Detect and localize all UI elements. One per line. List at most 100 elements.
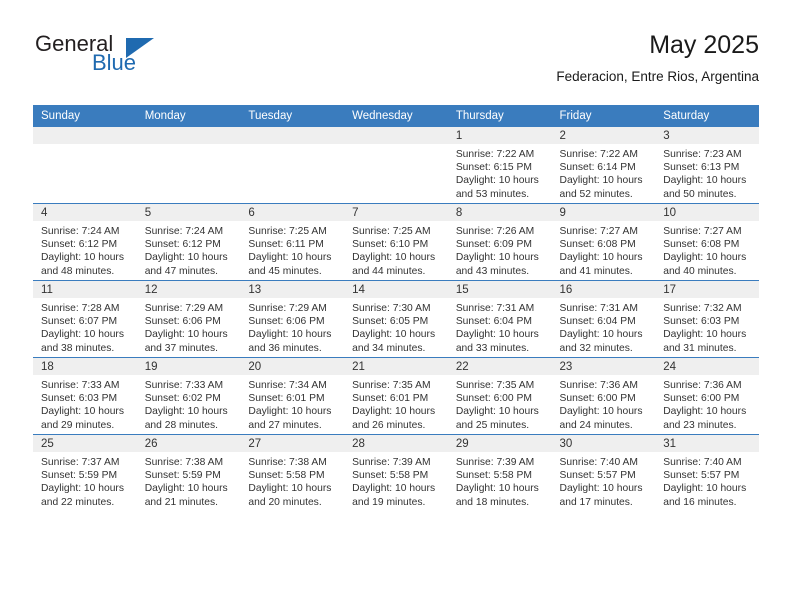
daylight-text: Daylight: 10 hours and 43 minutes. [455,252,539,277]
calendar-day-cell[interactable]: 14 Sunrise: 7:30 AM Sunset: 6:05 PM Dayligh… [344,280,448,358]
calendar-day-cell[interactable]: 20 Sunrise: 7:34 AM Sunset: 6:01 PM Dayligh… [240,357,345,435]
calendar-day-cell[interactable]: 3 Sunrise: 7:23 AM Sunset: 6:13 PM Daylight… [655,127,759,204]
sunrise-text: Sunrise: 7:40 AM [559,457,638,468]
calendar-day-cell[interactable]: 17 Sunrise: 7:32 AM Sunset: 6:03 PM Dayligh… [655,280,759,358]
sunset-text: Sunset: 5:58 PM [455,470,532,482]
day-number [136,127,241,144]
sunrise-text: Sunrise: 7:38 AM [144,457,224,468]
weekday-header-friday: Friday [551,105,656,127]
sunset-text: Sunset: 6:03 PM [663,316,740,328]
calendar-day-cell[interactable]: 16 Sunrise: 7:31 AM Sunset: 6:04 PM Dayligh… [551,280,656,358]
calendar-day-cell[interactable]: 12 Sunrise: 7:29 AM Sunset: 6:06 PM Dayligh… [136,280,241,358]
calendar-day-cell[interactable]: 2 Sunrise: 7:22 AM Sunset: 6:14 PM Daylight… [551,127,656,204]
weekday-header-row: Sunday Monday Tuesday Wednesday Thursday… [33,105,759,127]
day-number: 12 [136,281,241,298]
calendar-day-cell[interactable]: 11 Sunrise: 7:28 AM Sunset: 6:07 PM Dayligh… [33,280,137,358]
calendar-day-cell[interactable]: 31 Sunrise: 7:40 AM Sunset: 5:57 PM Dayligh… [655,434,759,511]
day-details: Sunrise: 7:37 AM Sunset: 5:59 PM Daylight:… [33,452,137,509]
calendar-day-cell[interactable]: 5 Sunrise: 7:24 AM Sunset: 6:12 PM Daylight… [136,203,241,281]
calendar-day-cell[interactable]: 23 Sunrise: 7:36 AM Sunset: 6:00 PM Dayligh… [551,357,656,435]
calendar-week-row: 18 Sunrise: 7:33 AM Sunset: 6:03 PM Dayligh… [33,357,759,435]
sunset-text: Sunset: 5:59 PM [41,470,118,482]
day-details: Sunrise: 7:33 AM Sunset: 6:03 PM Daylight:… [33,375,137,432]
calendar-day-cell[interactable]: 4 Sunrise: 7:24 AM Sunset: 6:12 PM Daylight… [33,203,137,281]
sunset-text: Sunset: 6:08 PM [559,239,636,251]
calendar-day-cell[interactable]: 18 Sunrise: 7:33 AM Sunset: 6:03 PM Dayligh… [33,357,137,435]
calendar-day-cell[interactable]: 28 Sunrise: 7:39 AM Sunset: 5:58 PM Dayligh… [344,434,448,511]
sunrise-text: Sunrise: 7:34 AM [248,380,327,391]
calendar-week-row: 11 Sunrise: 7:28 AM Sunset: 6:07 PM Dayligh… [33,280,759,358]
day-details: Sunrise: 7:24 AM Sunset: 6:12 PM Daylight:… [33,221,137,278]
sunset-text: Sunset: 6:05 PM [352,316,429,328]
day-details: Sunrise: 7:36 AM Sunset: 6:00 PM Daylight:… [552,375,656,432]
calendar-day-cell[interactable]: 9 Sunrise: 7:27 AM Sunset: 6:08 PM Daylight… [551,203,656,281]
day-number: 23 [551,358,656,375]
day-number: 29 [447,435,552,452]
calendar-table: Sunday Monday Tuesday Wednesday Thursday… [33,105,759,511]
logo-text-blue: Blue [92,50,137,75]
calendar-day-cell[interactable]: 24 Sunrise: 7:36 AM Sunset: 6:00 PM Dayligh… [655,357,759,435]
calendar-day-cell[interactable]: 25 Sunrise: 7:37 AM Sunset: 5:59 PM Dayligh… [33,434,137,511]
day-details: Sunrise: 7:33 AM Sunset: 6:02 PM Daylight:… [137,375,241,432]
day-number: 24 [655,358,759,375]
day-details: Sunrise: 7:36 AM Sunset: 6:00 PM Daylight:… [655,375,759,432]
calendar-day-cell[interactable]: 27 Sunrise: 7:38 AM Sunset: 5:58 PM Dayligh… [240,434,345,511]
day-number: 15 [447,281,552,298]
day-details: Sunrise: 7:31 AM Sunset: 6:04 PM Daylight:… [448,298,552,355]
logo-general-blue[interactable]: General Blue [33,30,253,90]
calendar-day-cell[interactable]: 29 Sunrise: 7:39 AM Sunset: 5:58 PM Dayligh… [447,434,552,511]
calendar-day-cell[interactable]: 22 Sunrise: 7:35 AM Sunset: 6:00 PM Dayligh… [447,357,552,435]
sunrise-text: Sunrise: 7:35 AM [455,380,535,391]
daylight-text: Daylight: 10 hours and 17 minutes. [559,483,643,508]
calendar-day-cell[interactable]: 30 Sunrise: 7:40 AM Sunset: 5:57 PM Dayligh… [551,434,656,511]
sunset-text: Sunset: 6:04 PM [455,316,532,328]
day-number: 3 [655,127,759,144]
calendar-day-cell[interactable]: 19 Sunrise: 7:33 AM Sunset: 6:02 PM Dayligh… [136,357,241,435]
calendar-day-cell[interactable]: 6 Sunrise: 7:25 AM Sunset: 6:11 PM Daylight… [240,203,345,281]
sunset-text: Sunset: 5:57 PM [559,470,636,482]
calendar-day-cell[interactable]: 26 Sunrise: 7:38 AM Sunset: 5:59 PM Dayligh… [136,434,241,511]
sunset-text: Sunset: 6:11 PM [248,239,324,251]
calendar-day-cell[interactable]: 1 Sunrise: 7:22 AM Sunset: 6:15 PM Daylight… [447,127,552,204]
sunrise-text: Sunrise: 7:32 AM [663,303,742,314]
calendar-day-cell[interactable]: 8 Sunrise: 7:26 AM Sunset: 6:09 PM Daylight… [447,203,552,281]
daylight-text: Daylight: 10 hours and 37 minutes. [144,329,228,354]
sunrise-text: Sunrise: 7:27 AM [559,226,638,237]
sunrise-text: Sunrise: 7:39 AM [455,457,535,468]
sunrise-text: Sunrise: 7:24 AM [144,226,224,237]
weekday-header-wednesday: Wednesday [344,105,448,127]
day-number: 21 [344,358,448,375]
calendar-cell-empty [136,127,241,204]
title-block: May 2025 Federacion, Entre Rios, Argenti… [556,30,759,85]
daylight-text: Daylight: 10 hours and 53 minutes. [455,175,539,200]
day-number: 11 [33,281,137,298]
calendar-day-cell[interactable]: 15 Sunrise: 7:31 AM Sunset: 6:04 PM Dayligh… [447,280,552,358]
day-details: Sunrise: 7:22 AM Sunset: 6:15 PM Daylight:… [448,144,552,201]
sunset-text: Sunset: 6:03 PM [41,393,118,405]
sunset-text: Sunset: 5:58 PM [352,470,429,482]
day-number: 27 [240,435,345,452]
daylight-text: Daylight: 10 hours and 29 minutes. [41,406,124,431]
calendar-day-cell[interactable]: 10 Sunrise: 7:27 AM Sunset: 6:08 PM Dayligh… [655,203,759,281]
day-number: 10 [655,204,759,221]
weekday-header-thursday: Thursday [447,105,552,127]
day-number: 9 [551,204,656,221]
sunset-text: Sunset: 6:02 PM [144,393,221,405]
sunset-text: Sunset: 6:01 PM [248,393,325,405]
calendar-day-cell[interactable]: 7 Sunrise: 7:25 AM Sunset: 6:10 PM Daylight… [344,203,448,281]
calendar-day-cell[interactable]: 13 Sunrise: 7:29 AM Sunset: 6:06 PM Dayligh… [240,280,345,358]
calendar-week-row: 4 Sunrise: 7:24 AM Sunset: 6:12 PM Daylight… [33,203,759,281]
daylight-text: Daylight: 10 hours and 48 minutes. [41,252,124,277]
daylight-text: Daylight: 10 hours and 47 minutes. [144,252,228,277]
daylight-text: Daylight: 10 hours and 38 minutes. [41,329,124,354]
sunset-text: Sunset: 6:12 PM [144,239,221,251]
sunset-text: Sunset: 6:00 PM [559,393,636,405]
day-details: Sunrise: 7:24 AM Sunset: 6:12 PM Daylight:… [137,221,241,278]
sunset-text: Sunset: 6:00 PM [663,393,740,405]
sunset-text: Sunset: 5:59 PM [144,470,221,482]
calendar-day-cell[interactable]: 21 Sunrise: 7:35 AM Sunset: 6:01 PM Dayligh… [344,357,448,435]
day-details: Sunrise: 7:38 AM Sunset: 5:58 PM Daylight:… [240,452,344,509]
daylight-text: Daylight: 10 hours and 26 minutes. [352,406,436,431]
sunset-text: Sunset: 6:08 PM [663,239,740,251]
day-details: Sunrise: 7:26 AM Sunset: 6:09 PM Daylight:… [448,221,552,278]
